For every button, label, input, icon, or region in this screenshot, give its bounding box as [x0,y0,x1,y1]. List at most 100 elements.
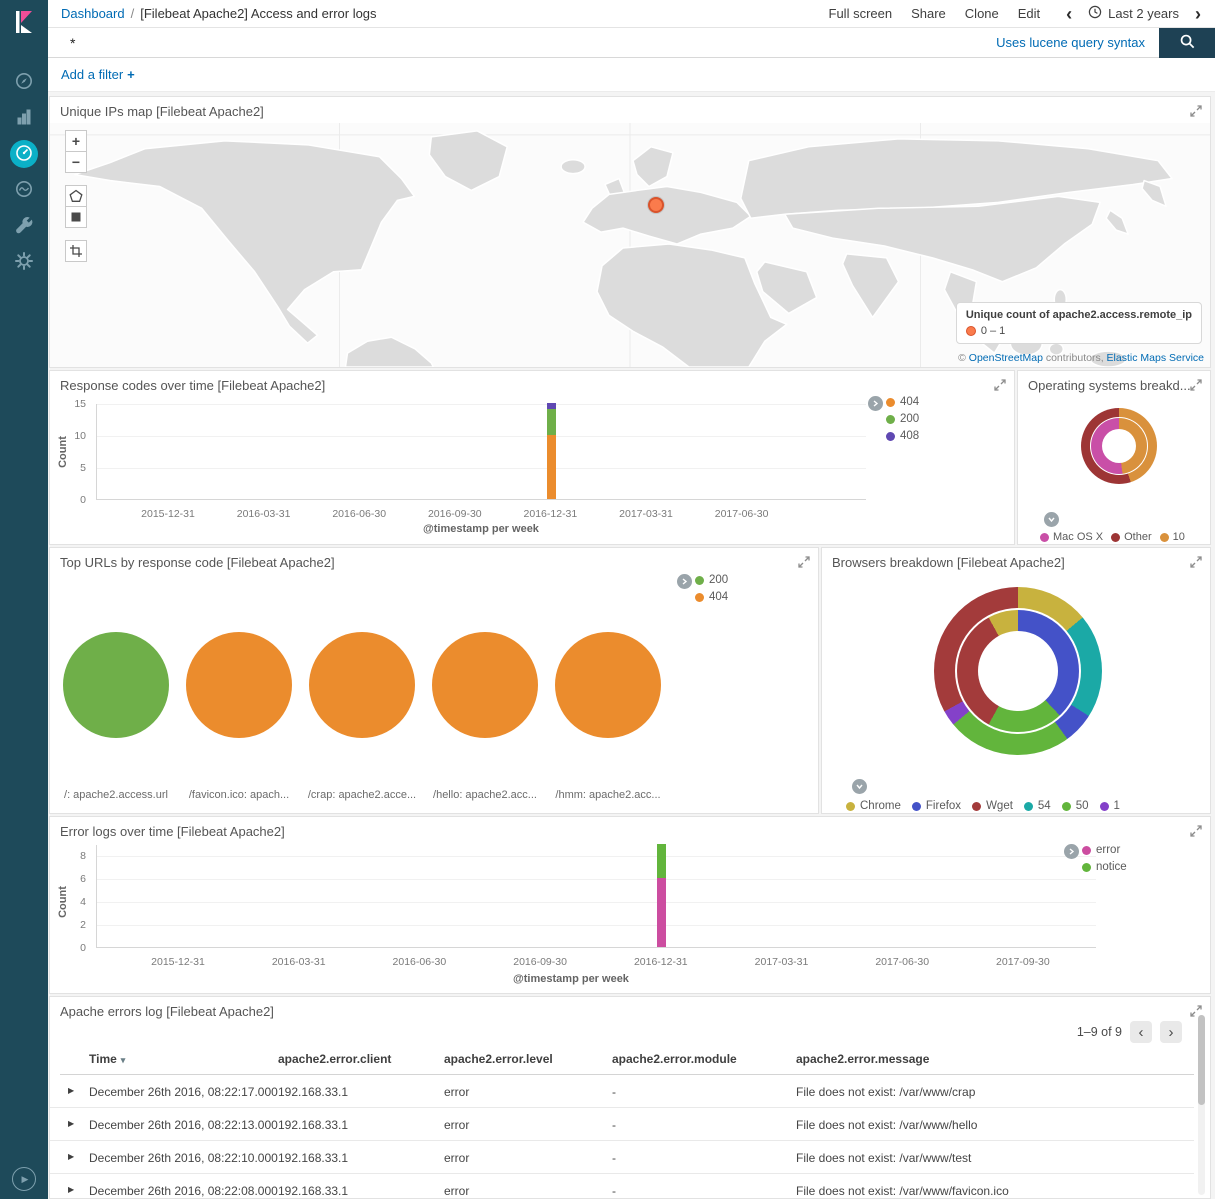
bar-segment-404[interactable] [547,435,556,499]
row-expand-icon[interactable]: ▶ [68,1119,74,1128]
pie-slice-404[interactable] [432,632,538,738]
bar-chart-plot [96,404,866,500]
sidebar-item-dashboard[interactable] [10,140,38,168]
expand-panel-icon[interactable] [1190,556,1202,568]
expand-panel-icon[interactable] [1190,105,1202,117]
fit-data-bounds-button[interactable] [65,240,87,262]
kibana-logo[interactable] [10,8,38,36]
legend-label: 200 [900,413,919,425]
os-donut-chart[interactable] [1081,408,1157,484]
elastic-maps-service-link[interactable]: Elastic Maps Service [1107,352,1204,364]
full-screen-button[interactable]: Full screen [829,6,893,21]
sidebar-item-management[interactable] [10,248,38,276]
breadcrumb-separator: / [131,6,135,21]
column-header-Time[interactable]: Time▾ [89,1052,125,1066]
lucene-syntax-link[interactable]: Uses lucene query syntax [996,35,1145,50]
legend-item-1[interactable]: 1 [1100,800,1120,812]
legend-toggle-icon[interactable] [868,396,883,411]
expand-panel-icon[interactable] [994,379,1006,391]
sidebar-collapse-button[interactable]: ▶ [12,1167,36,1191]
search-icon [1179,33,1196,53]
legend-item-54[interactable]: 54 [1024,800,1051,812]
geo-point-marker[interactable] [648,197,664,213]
legend-item-Other[interactable]: Other [1111,531,1152,543]
row-expand-icon[interactable]: ▶ [68,1086,74,1095]
panel-title: Response codes over time [Filebeat Apach… [60,378,325,393]
draw-rectangle-button[interactable] [65,206,87,228]
scrollbar-track[interactable] [1198,1015,1205,1195]
prev-page-button[interactable]: ‹ [1130,1021,1152,1043]
stacked-bar-2016-12-31[interactable] [657,844,666,947]
share-button[interactable]: Share [911,6,946,21]
browsers-donut-chart[interactable] [934,587,1102,755]
openstreetmap-link[interactable]: OpenStreetMap [969,352,1043,364]
sidebar-item-timelion[interactable] [10,176,38,204]
time-range-label: Last 2 years [1108,6,1179,21]
legend-item-404[interactable]: 404 [886,396,919,408]
legend-label: Wget [986,800,1013,812]
legend-label: Other [1124,531,1152,543]
legend-item-50[interactable]: 50 [1062,800,1089,812]
add-filter-label: Add a filter [61,67,123,82]
next-page-button[interactable]: › [1160,1021,1182,1043]
expand-panel-icon[interactable] [798,556,810,568]
column-header-apache2.error.level[interactable]: apache2.error.level [444,1052,553,1066]
stacked-bar-2016-12-31[interactable] [547,403,556,499]
y-tick-label: 15 [74,398,86,410]
search-button[interactable] [1159,28,1215,58]
zoom-in-button[interactable]: + [65,130,87,152]
legend-item-error[interactable]: error [1082,844,1127,856]
legend-item-408[interactable]: 408 [886,430,919,442]
column-header-apache2.error.client[interactable]: apache2.error.client [278,1052,391,1066]
column-header-apache2.error.module[interactable]: apache2.error.module [612,1052,737,1066]
legend-item-404[interactable]: 404 [695,591,728,603]
row-expand-icon[interactable]: ▶ [68,1152,74,1161]
legend-item-Mac OS X[interactable]: Mac OS X [1040,531,1103,543]
time-prev-icon[interactable]: ‹ [1066,5,1072,23]
legend-item-Firefox[interactable]: Firefox [912,800,961,812]
legend-item-200[interactable]: 200 [886,413,919,425]
pie-slice-404[interactable] [186,632,292,738]
legend-item-notice[interactable]: notice [1082,861,1127,873]
legend-item-Chrome[interactable]: Chrome [846,800,901,812]
legend-toggle-icon[interactable] [852,779,867,794]
sidebar-item-dev-tools[interactable] [10,212,38,240]
legend-item-Wget[interactable]: Wget [972,800,1013,812]
sidebar-item-visualize[interactable] [10,104,38,132]
table-cell: December 26th 2016, 08:22:17.000 [89,1085,278,1099]
add-filter-button[interactable]: Add a filter+ [61,67,135,82]
legend-toggle-icon[interactable] [677,574,692,589]
clone-button[interactable]: Clone [965,6,999,21]
legend-toggle-icon[interactable] [1064,844,1079,859]
legend-toggle-icon[interactable] [1044,512,1059,527]
table-cell: error [444,1151,469,1165]
legend-item-10[interactable]: 10 [1160,531,1185,543]
column-header-apache2.error.message[interactable]: apache2.error.message [796,1052,929,1066]
zoom-out-button[interactable]: − [65,151,87,173]
pie-slice-404[interactable] [555,632,661,738]
bar-segment-notice[interactable] [657,844,666,878]
expand-panel-icon[interactable] [1190,825,1202,837]
scrollbar-thumb[interactable] [1198,1015,1205,1105]
x-tick-label: 2016-06-30 [393,956,447,968]
map-canvas[interactable]: + − [50,123,1210,367]
breadcrumb-dashboard[interactable]: Dashboard [61,6,125,21]
sidebar-item-discover[interactable] [10,68,38,96]
y-tick-label: 6 [80,873,86,885]
expand-panel-icon[interactable] [1190,379,1202,391]
search-query-input[interactable] [48,28,996,57]
pie-chart: /hmm: apache2.acc... [555,632,661,801]
time-next-icon[interactable]: › [1195,5,1201,23]
legend-item-200[interactable]: 200 [695,574,728,586]
draw-polygon-button[interactable] [65,185,87,207]
pie-slice-200[interactable] [63,632,169,738]
row-expand-icon[interactable]: ▶ [68,1185,74,1194]
edit-button[interactable]: Edit [1018,6,1040,21]
table-cell: error [444,1184,469,1198]
filter-bar: Add a filter+ [48,58,1215,92]
bar-segment-200[interactable] [547,409,556,435]
pie-slice-404[interactable] [309,632,415,738]
expand-panel-icon[interactable] [1190,1005,1202,1017]
bar-segment-error[interactable] [657,878,666,947]
time-picker[interactable]: Last 2 years [1088,5,1179,22]
